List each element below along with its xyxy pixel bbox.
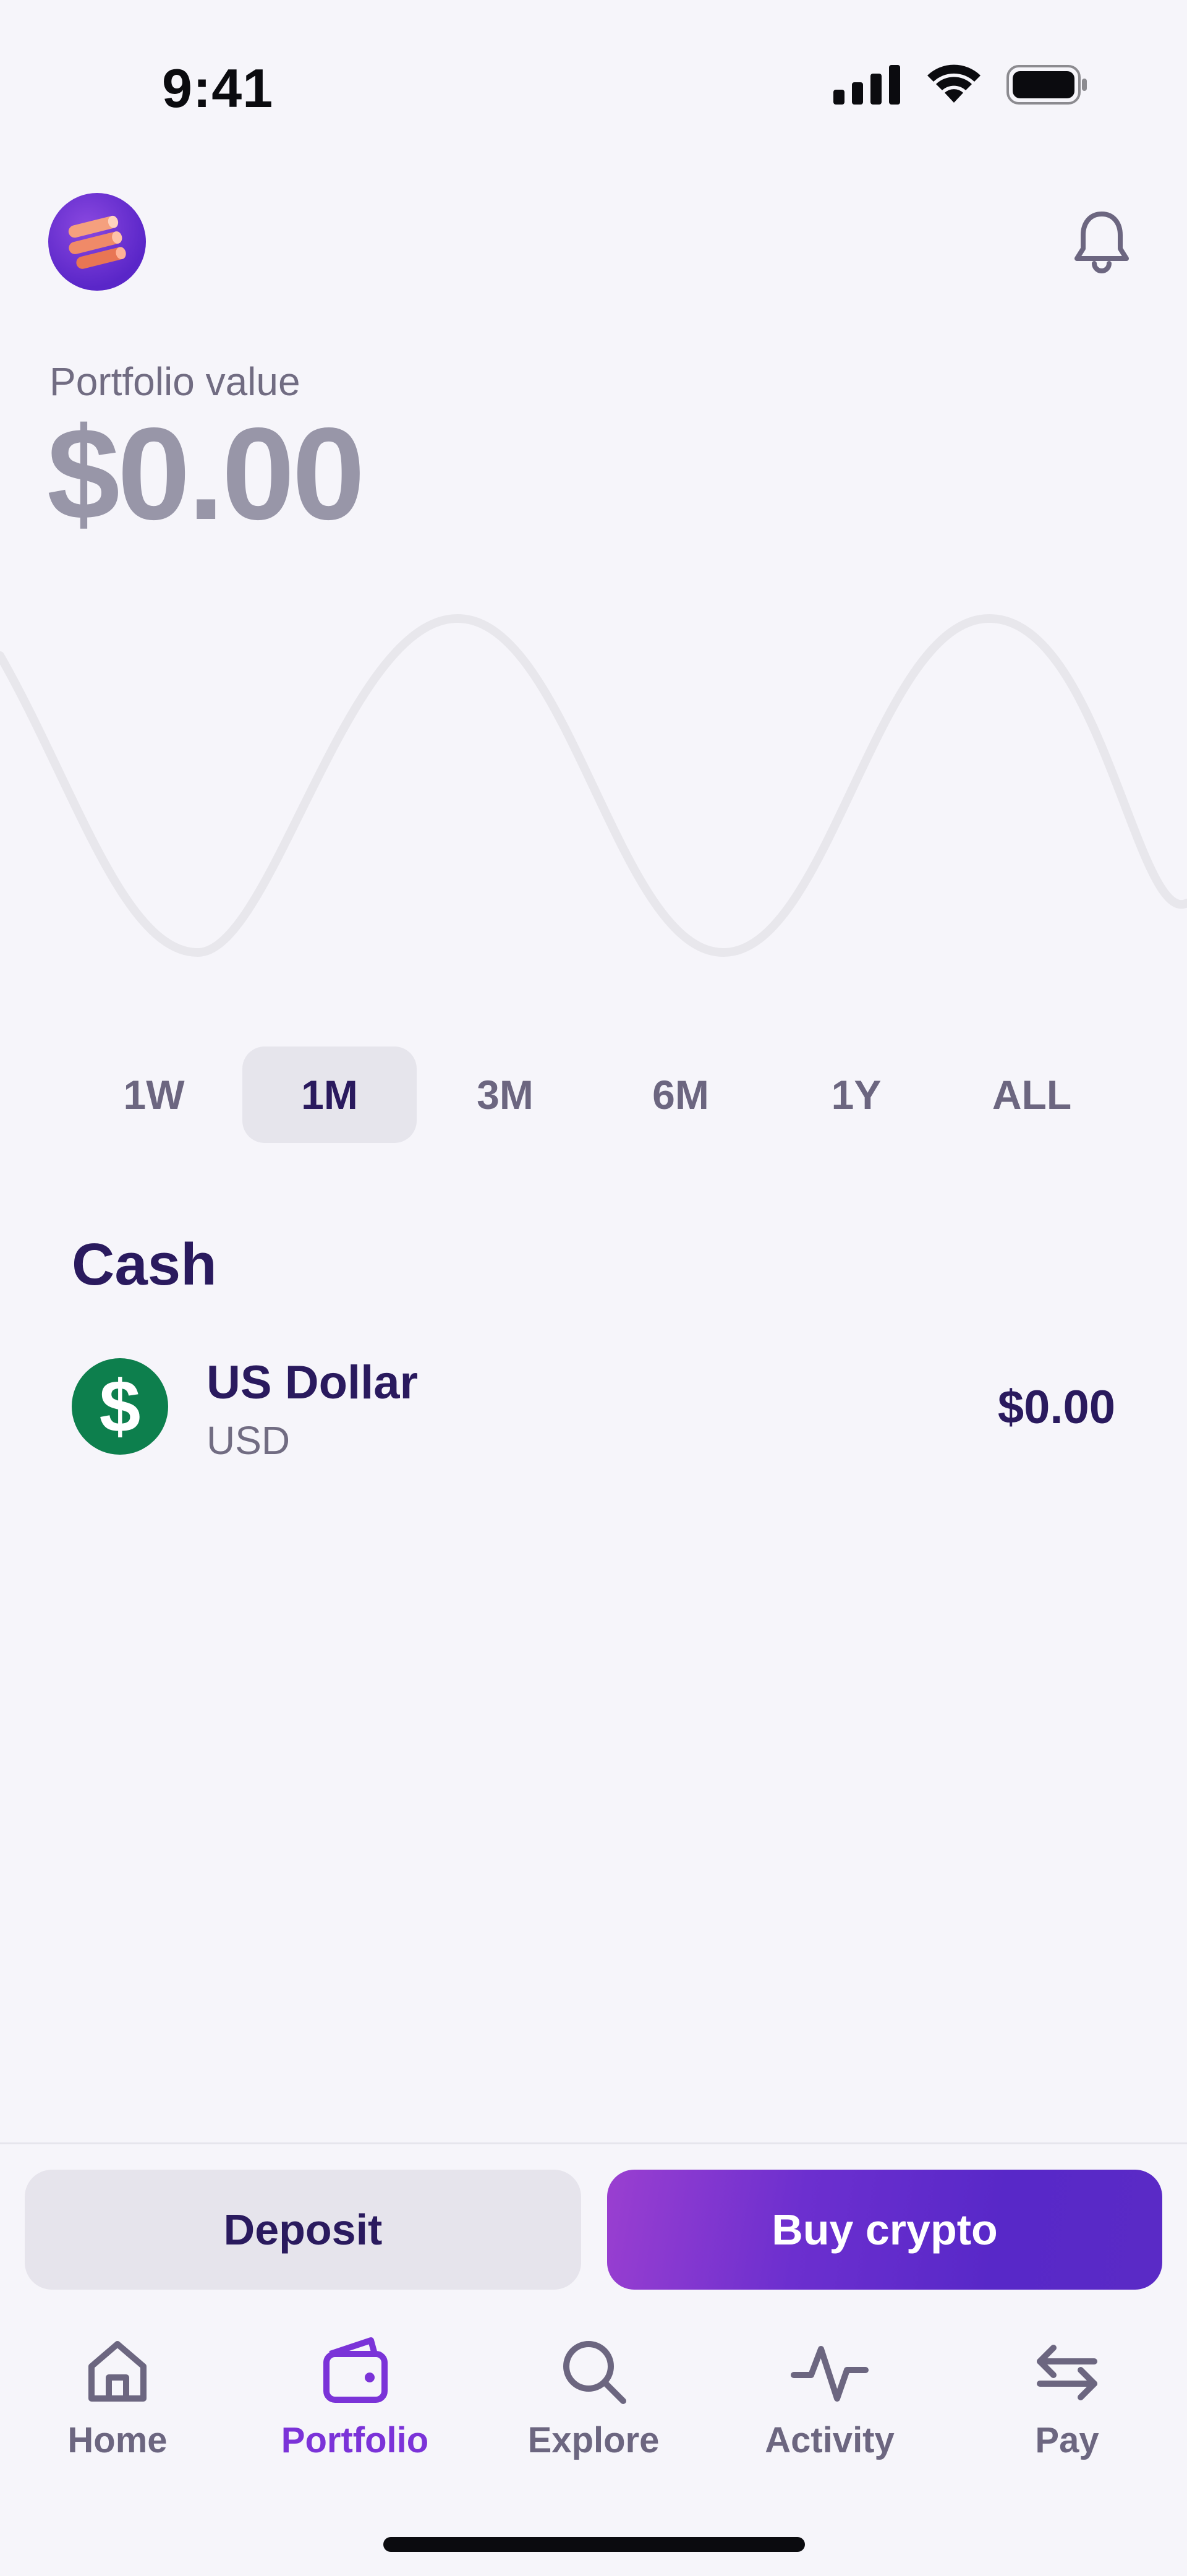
wifi-icon: [927, 64, 981, 103]
asset-amount: $0.00: [997, 1381, 1115, 1434]
chart-placeholder-line: [0, 614, 1187, 957]
activity-icon: [791, 2346, 869, 2402]
portfolio-chart: [0, 614, 1187, 957]
coin-stack-logo-icon[interactable]: [48, 193, 146, 291]
tab-pay[interactable]: Pay: [974, 2332, 1160, 2480]
tab-explore[interactable]: Explore: [501, 2332, 686, 2480]
timeframe-all[interactable]: ALL: [945, 1046, 1119, 1143]
home-icon: [88, 2341, 147, 2402]
buy-crypto-button[interactable]: Buy crypto: [607, 2170, 1162, 2290]
search-icon: [563, 2341, 626, 2404]
bell-icon[interactable]: [1065, 204, 1139, 278]
timeframe-1w[interactable]: 1W: [67, 1046, 241, 1143]
tab-label: Activity: [765, 2420, 895, 2460]
tab-activity[interactable]: Activity: [737, 2332, 922, 2480]
timeframe-3m[interactable]: 3M: [418, 1046, 592, 1143]
tab-label: Home: [67, 2420, 168, 2460]
tab-portfolio[interactable]: Portfolio: [262, 2332, 448, 2480]
tab-label: Portfolio: [281, 2420, 429, 2460]
status-time: 9:41: [162, 58, 274, 119]
deposit-button[interactable]: Deposit: [25, 2170, 581, 2290]
timeframe-1y[interactable]: 1Y: [769, 1046, 943, 1143]
tab-label: Pay: [1035, 2420, 1099, 2460]
home-indicator: [383, 2537, 805, 2552]
cellular-signal-icon: [833, 65, 900, 105]
wallet-icon: [323, 2337, 388, 2403]
status-icons: [833, 64, 1088, 105]
timeframe-1m[interactable]: 1M: [242, 1046, 417, 1143]
tab-label: Explore: [527, 2420, 660, 2460]
cash-heading: Cash: [72, 1231, 217, 1298]
list-item[interactable]: $ US Dollar USD $0.00: [72, 1347, 1115, 1471]
tab-home[interactable]: Home: [25, 2332, 210, 2480]
portfolio-value: $0.00: [47, 400, 365, 547]
asset-code: USD: [206, 1418, 291, 1463]
portfolio-value-label: Portfolio value: [49, 359, 300, 404]
transfer-arrows-icon: [1037, 2345, 1097, 2400]
asset-name: US Dollar: [206, 1356, 419, 1409]
battery-icon: [1006, 65, 1087, 105]
timeframe-6m[interactable]: 6M: [594, 1046, 768, 1143]
timeframe-selector: 1W 1M 3M 6M 1Y ALL: [0, 1046, 1187, 1143]
dollar-sign-icon: $: [72, 1358, 168, 1455]
